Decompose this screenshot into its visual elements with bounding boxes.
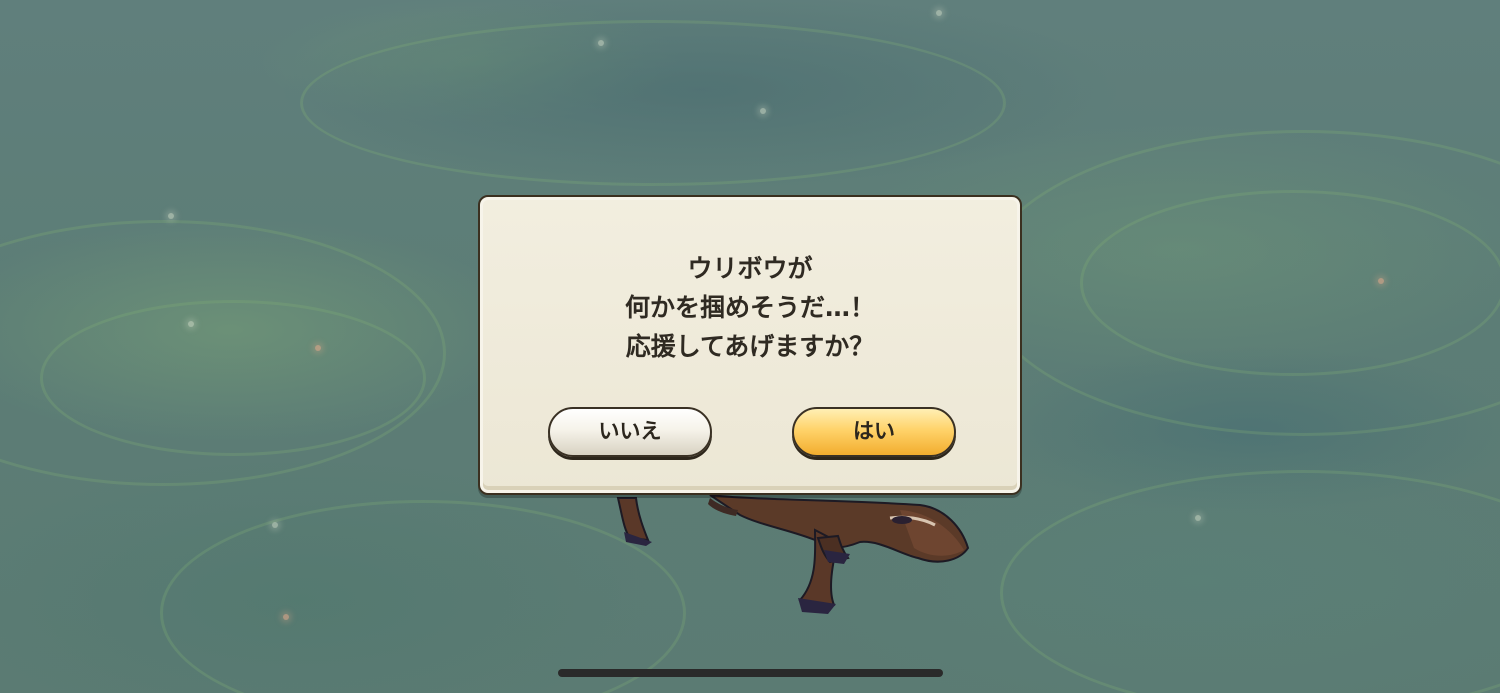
dialog-message-line: ウリボウが [687,254,813,283]
no-button[interactable]: いいえ [548,407,712,457]
dialog-message: ウリボウが 何かを掴めそうだ…！ 応援してあげますか？ [480,249,1020,366]
sparkle [283,614,289,620]
background-contour [300,20,1006,186]
background-contour [1080,190,1500,376]
dialog-message-line: 何かを掴めそうだ…！ [624,293,875,322]
sparkle [760,108,766,114]
sparkle [315,345,321,351]
sparkle [272,522,278,528]
dialog-message-line: 応援してあげますか？ [625,332,875,361]
sparkle [598,40,604,46]
sparkle [1378,278,1384,284]
yes-button[interactable]: はい [792,407,956,457]
sparkle [1195,515,1201,521]
background-contour [1000,470,1500,693]
home-indicator[interactable] [558,669,943,677]
background-contour [40,300,426,456]
sparkle [936,10,942,16]
confirm-dialog: ウリボウが 何かを掴めそうだ…！ 応援してあげますか？ いいえ はい [478,195,1022,495]
sparkle [168,213,174,219]
sparkle [188,321,194,327]
